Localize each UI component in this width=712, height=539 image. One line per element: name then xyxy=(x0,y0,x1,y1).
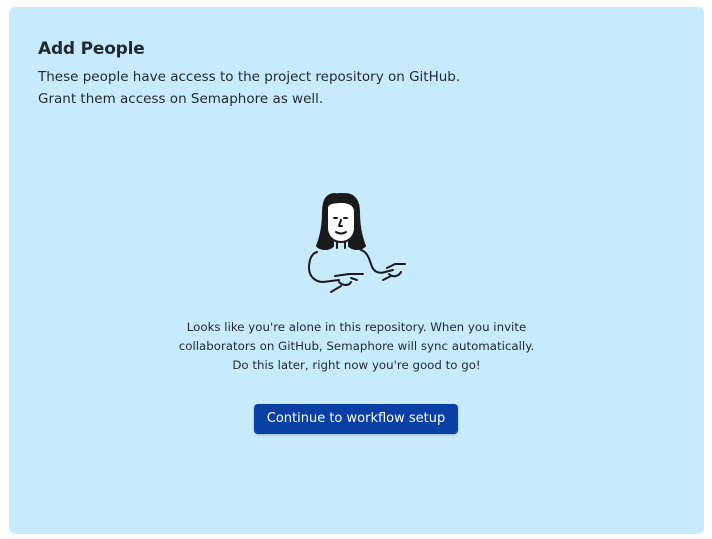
panel-description: These people have access to the project … xyxy=(38,66,678,110)
message-line-3: Do this later, right now you're good to … xyxy=(232,358,481,372)
add-people-panel: Add People These people have access to t… xyxy=(9,7,704,534)
description-line-1: These people have access to the project … xyxy=(38,69,461,85)
person-pointing-icon xyxy=(308,193,406,293)
message-line-2: collaborators on GitHub, Semaphore will … xyxy=(178,339,535,353)
message-line-1: Looks like you're alone in this reposito… xyxy=(186,320,527,334)
description-line-2: Grant them access on Semaphore as well. xyxy=(38,91,324,107)
page-title: Add People xyxy=(38,39,145,59)
continue-button[interactable]: Continue to workflow setup xyxy=(254,404,458,434)
empty-state-message: Looks like you're alone in this reposito… xyxy=(99,318,614,375)
panel-header: Add People These people have access to t… xyxy=(38,38,678,110)
